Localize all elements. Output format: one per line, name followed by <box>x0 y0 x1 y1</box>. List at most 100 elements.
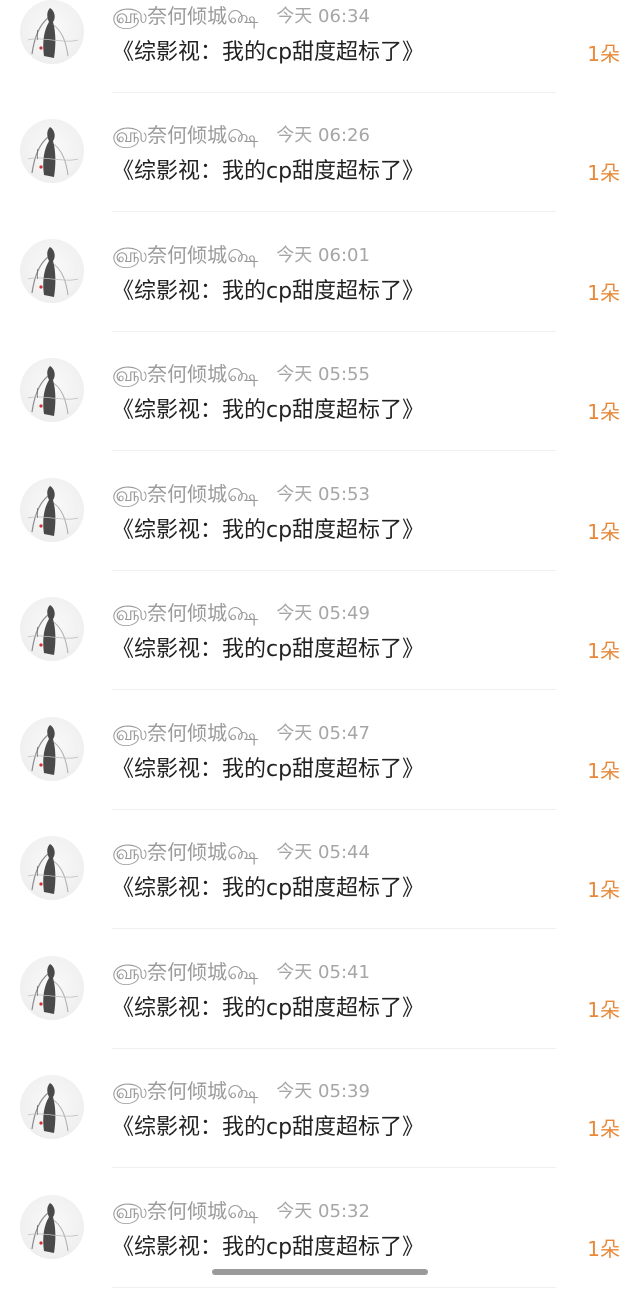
list-item[interactable]: ௵奈何倾城௸ 今天 06:01 《综影视：我的cp甜度超标了》 1朵 <box>0 239 640 358</box>
book-title[interactable]: 《综影视：我的cp甜度超标了》 <box>112 153 424 185</box>
ink-figure-icon <box>27 366 79 416</box>
divider <box>112 928 556 929</box>
sender-name[interactable]: ௵奈何倾城௸ <box>112 119 258 150</box>
timestamp: 今天 05:53 <box>276 484 370 505</box>
sender-name[interactable]: ௵奈何倾城௸ <box>112 0 258 31</box>
divider <box>112 1287 556 1288</box>
sender-name[interactable]: ௵奈何倾城௸ <box>112 1075 258 1106</box>
timestamp: 今天 05:41 <box>276 962 370 983</box>
avatar[interactable] <box>20 358 84 422</box>
avatar[interactable] <box>20 717 84 781</box>
ink-figure-icon <box>27 486 79 536</box>
timestamp: 今天 06:34 <box>276 6 370 27</box>
list-item[interactable]: ௵奈何倾城௸ 今天 06:34 《综影视：我的cp甜度超标了》 1朵 <box>0 0 640 119</box>
avatar[interactable] <box>20 1195 84 1259</box>
avatar[interactable] <box>20 239 84 303</box>
sender-name[interactable]: ௵奈何倾城௸ <box>112 836 258 867</box>
divider <box>112 331 556 332</box>
list-item[interactable]: ௵奈何倾城௸ 今天 05:55 《综影视：我的cp甜度超标了》 1朵 <box>0 358 640 477</box>
sender-name[interactable]: ௵奈何倾城௸ <box>112 478 258 509</box>
sender-name[interactable]: ௵奈何倾城௸ <box>112 597 258 628</box>
timestamp: 今天 06:26 <box>276 125 370 146</box>
gift-count: 1朵 <box>587 281 620 305</box>
book-title[interactable]: 《综影视：我的cp甜度超标了》 <box>112 870 424 902</box>
book-title[interactable]: 《综影视：我的cp甜度超标了》 <box>112 631 424 663</box>
home-indicator <box>212 1269 428 1275</box>
list-item[interactable]: ௵奈何倾城௸ 今天 05:53 《综影视：我的cp甜度超标了》 1朵 <box>0 478 640 597</box>
item-meta: ௵奈何倾城௸ 今天 05:47 <box>112 717 370 747</box>
item-meta: ௵奈何倾城௸ 今天 05:41 <box>112 956 370 986</box>
list-item[interactable]: ௵奈何倾城௸ 今天 05:49 《综影视：我的cp甜度超标了》 1朵 <box>0 597 640 716</box>
list-item[interactable]: ௵奈何倾城௸ 今天 05:39 《综影视：我的cp甜度超标了》 1朵 <box>0 1075 640 1194</box>
gift-count: 1朵 <box>587 161 620 185</box>
item-meta: ௵奈何倾城௸ 今天 05:49 <box>112 597 370 627</box>
book-title[interactable]: 《综影视：我的cp甜度超标了》 <box>112 1229 424 1261</box>
divider <box>112 92 556 93</box>
sender-name[interactable]: ௵奈何倾城௸ <box>112 358 258 389</box>
item-meta: ௵奈何倾城௸ 今天 06:34 <box>112 0 370 30</box>
timestamp: 今天 05:55 <box>276 364 370 385</box>
divider <box>112 211 556 212</box>
gift-count: 1朵 <box>587 998 620 1022</box>
divider <box>112 570 556 571</box>
book-title[interactable]: 《综影视：我的cp甜度超标了》 <box>112 1109 424 1141</box>
timestamp: 今天 05:39 <box>276 1081 370 1102</box>
timestamp: 今天 05:49 <box>276 603 370 624</box>
gift-count: 1朵 <box>587 759 620 783</box>
list-item[interactable]: ௵奈何倾城௸ 今天 06:26 《综影视：我的cp甜度超标了》 1朵 <box>0 119 640 238</box>
sender-name[interactable]: ௵奈何倾城௸ <box>112 239 258 270</box>
gift-count: 1朵 <box>587 520 620 544</box>
item-meta: ௵奈何倾城௸ 今天 05:32 <box>112 1195 370 1225</box>
divider <box>112 1048 556 1049</box>
divider <box>112 809 556 810</box>
item-meta: ௵奈何倾城௸ 今天 05:44 <box>112 836 370 866</box>
timestamp: 今天 05:44 <box>276 842 370 863</box>
avatar[interactable] <box>20 119 84 183</box>
list-item[interactable]: ௵奈何倾城௸ 今天 05:44 《综影视：我的cp甜度超标了》 1朵 <box>0 836 640 955</box>
gift-count: 1朵 <box>587 1237 620 1261</box>
book-title[interactable]: 《综影视：我的cp甜度超标了》 <box>112 273 424 305</box>
ink-figure-icon <box>27 725 79 775</box>
avatar[interactable] <box>20 597 84 661</box>
book-title[interactable]: 《综影视：我的cp甜度超标了》 <box>112 34 424 66</box>
timestamp: 今天 05:47 <box>276 723 370 744</box>
item-meta: ௵奈何倾城௸ 今天 06:26 <box>112 119 370 149</box>
ink-figure-icon <box>27 247 79 297</box>
list-item[interactable]: ௵奈何倾城௸ 今天 05:41 《综影视：我的cp甜度超标了》 1朵 <box>0 956 640 1075</box>
avatar[interactable] <box>20 836 84 900</box>
ink-figure-icon <box>27 844 79 894</box>
gift-count: 1朵 <box>587 639 620 663</box>
book-title[interactable]: 《综影视：我的cp甜度超标了》 <box>112 392 424 424</box>
ink-figure-icon <box>27 605 79 655</box>
item-meta: ௵奈何倾城௸ 今天 05:55 <box>112 358 370 388</box>
gift-count: 1朵 <box>587 878 620 902</box>
sender-name[interactable]: ௵奈何倾城௸ <box>112 1195 258 1226</box>
timestamp: 今天 05:32 <box>276 1201 370 1222</box>
item-meta: ௵奈何倾城௸ 今天 06:01 <box>112 239 370 269</box>
sender-name[interactable]: ௵奈何倾城௸ <box>112 717 258 748</box>
ink-figure-icon <box>27 1083 79 1133</box>
avatar[interactable] <box>20 478 84 542</box>
divider <box>112 689 556 690</box>
avatar[interactable] <box>20 0 84 64</box>
gift-count: 1朵 <box>587 1117 620 1141</box>
sender-name[interactable]: ௵奈何倾城௸ <box>112 956 258 987</box>
ink-figure-icon <box>27 8 79 58</box>
timestamp: 今天 06:01 <box>276 245 370 266</box>
avatar[interactable] <box>20 956 84 1020</box>
list-item[interactable]: ௵奈何倾城௸ 今天 05:32 《综影视：我的cp甜度超标了》 1朵 <box>0 1195 640 1314</box>
ink-figure-icon <box>27 1203 79 1253</box>
book-title[interactable]: 《综影视：我的cp甜度超标了》 <box>112 512 424 544</box>
gift-count: 1朵 <box>587 400 620 424</box>
ink-figure-icon <box>27 964 79 1014</box>
item-meta: ௵奈何倾城௸ 今天 05:53 <box>112 478 370 508</box>
divider <box>112 450 556 451</box>
ink-figure-icon <box>27 127 79 177</box>
gift-count: 1朵 <box>587 42 620 66</box>
book-title[interactable]: 《综影视：我的cp甜度超标了》 <box>112 990 424 1022</box>
book-title[interactable]: 《综影视：我的cp甜度超标了》 <box>112 751 424 783</box>
item-meta: ௵奈何倾城௸ 今天 05:39 <box>112 1075 370 1105</box>
divider <box>112 1167 556 1168</box>
list-item[interactable]: ௵奈何倾城௸ 今天 05:47 《综影视：我的cp甜度超标了》 1朵 <box>0 717 640 836</box>
avatar[interactable] <box>20 1075 84 1139</box>
